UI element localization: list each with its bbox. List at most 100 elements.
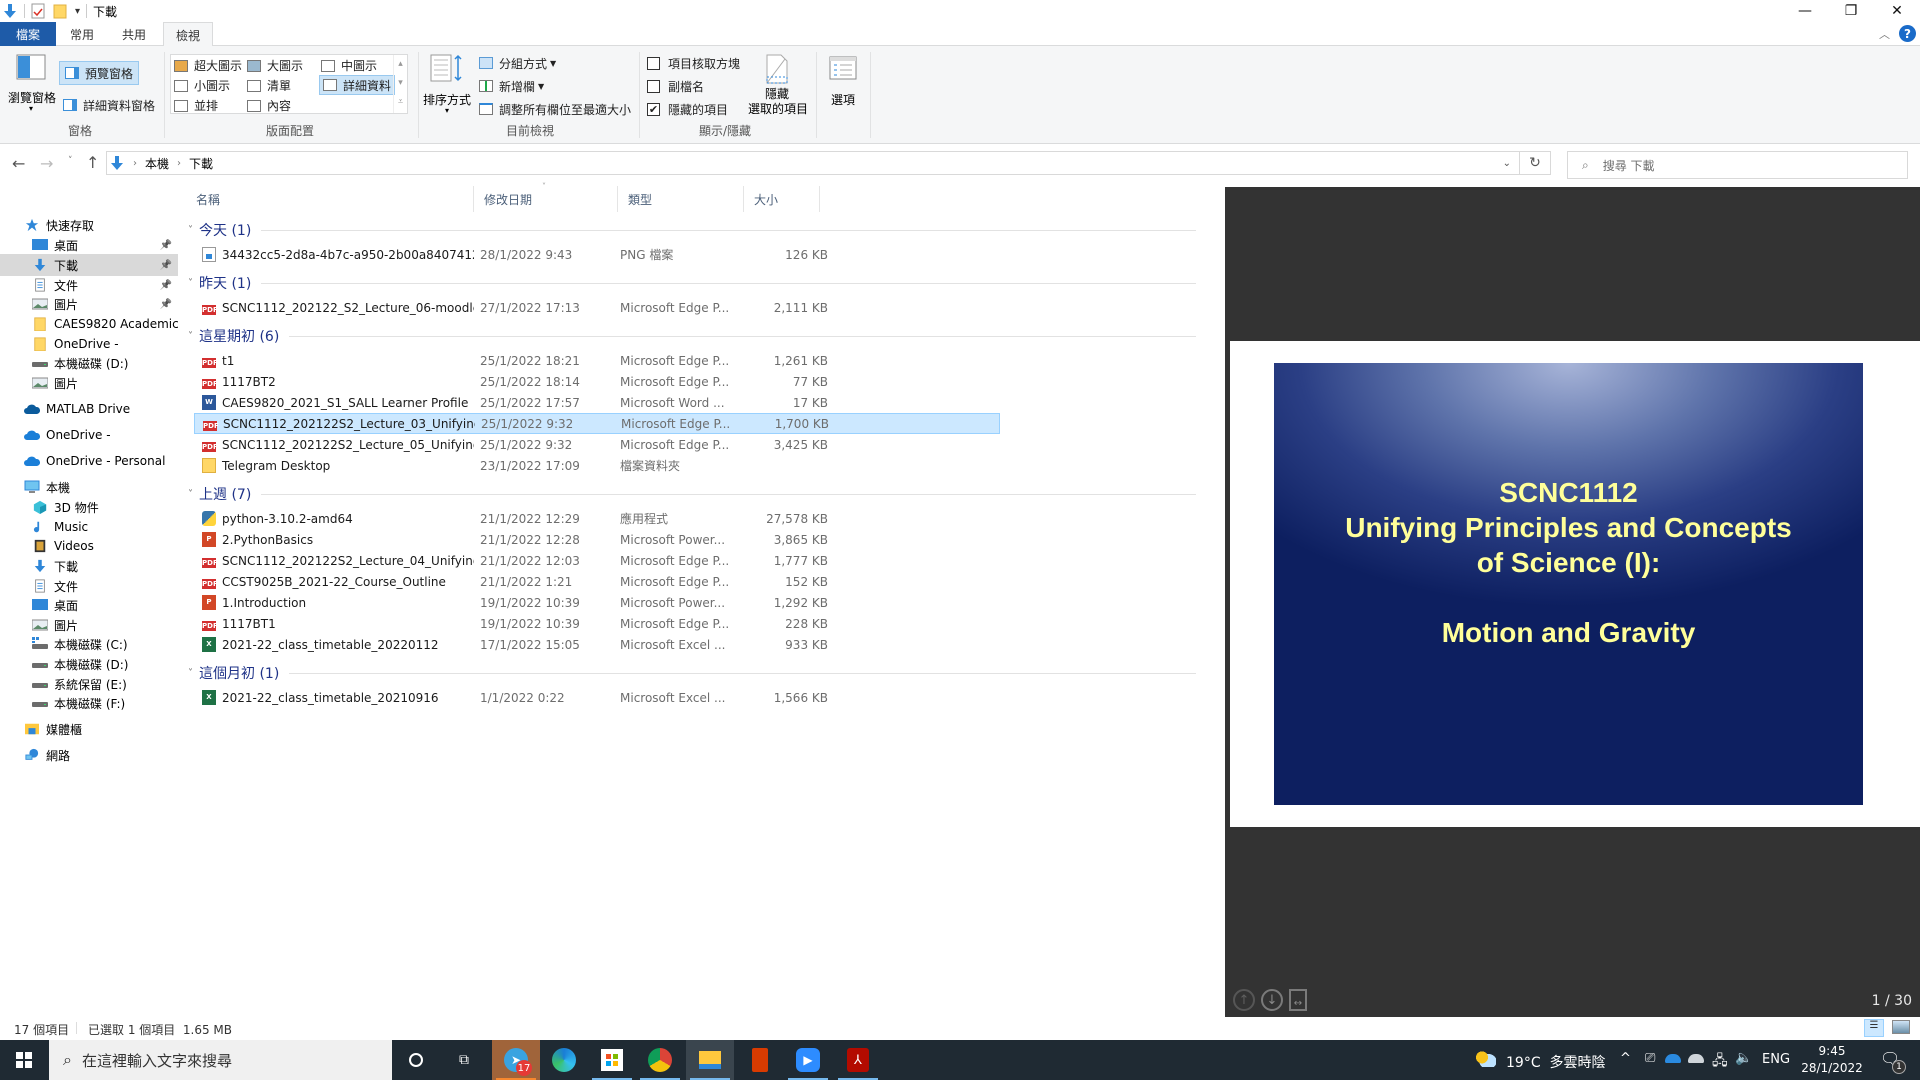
start-button[interactable] [0,1040,48,1080]
layout-tiles[interactable]: 並排 [174,97,218,114]
nav-item[interactable]: 本機磁碟 (D:) [0,653,178,675]
checkbox[interactable] [647,80,660,93]
taskbar-store[interactable] [588,1040,636,1080]
fit-width-button[interactable]: ↔ [1289,989,1307,1011]
taskbar-acrobat[interactable]: ⅄ [834,1040,882,1080]
cortana-button[interactable] [392,1040,440,1080]
navigation-pane-button[interactable]: 瀏覽窗格 ▾ [8,54,56,113]
file-row[interactable]: PDF CCST9025B_2021-22_Course_Outline 21/1/… [194,571,1000,592]
file-row[interactable]: Telegram Desktop 23/1/2022 17:09 檔案資料夾 [194,455,1000,476]
layout-large-icons[interactable]: 大圖示 [247,57,303,74]
breadcrumb-chevron-icon[interactable]: › [177,158,181,169]
group-header[interactable]: ˅ 今天 (1) [186,220,1216,240]
checkbox-checked[interactable]: ✔ [647,103,660,116]
file-extensions-toggle[interactable]: 副檔名 [647,78,704,95]
nav-item[interactable]: 下載 📌 [0,254,178,276]
column-header-type[interactable]: 類型 [618,186,744,212]
file-row[interactable]: X 2021-22_class_timetable_20210916 1/1/202… [194,687,1000,708]
hide-selected-items-button[interactable]: 隱藏 選取的項目 [748,54,808,117]
column-header-name[interactable]: 名稱 [186,186,474,212]
back-button[interactable]: ← [12,154,25,173]
add-columns-button[interactable]: 新增欄 ▼ [479,77,544,95]
file-row[interactable]: PDF t1 25/1/2022 18:21 Microsoft Edge P... 1… [194,350,1000,371]
tab-view[interactable]: 檢視 [163,22,213,47]
customize-qat-icon[interactable]: ▾ [75,6,80,17]
new-folder-icon[interactable] [53,3,67,19]
nav-item[interactable]: MATLAB Drive [0,398,178,420]
taskbar-office[interactable] [736,1040,784,1080]
taskbar-edge[interactable] [540,1040,588,1080]
address-history-dropdown[interactable]: ⌄ [1503,158,1511,169]
forward-button[interactable]: → [40,154,53,173]
hidden-items-toggle[interactable]: ✔ 隱藏的項目 [647,101,728,118]
layout-content[interactable]: 內容 [247,97,291,114]
tab-share[interactable]: 共用 [112,22,156,46]
breadcrumb-chevron-icon[interactable]: › [133,158,137,169]
help-icon[interactable]: ? [1899,25,1916,42]
chevron-down-icon[interactable]: ˅ [188,331,193,342]
checkbox[interactable] [647,57,660,70]
pin-icon[interactable]: 📌 [160,280,172,291]
clock[interactable]: 9:45 28/1/2022 [1800,1043,1864,1077]
item-checkboxes-toggle[interactable]: 項目核取方塊 [647,55,740,72]
breadcrumb-this-pc[interactable]: 本機 [145,155,169,172]
layout-small-icons[interactable]: 小圖示 [174,77,230,94]
nav-item[interactable]: Videos [0,535,178,557]
onedrive-personal-icon[interactable] [1688,1054,1704,1063]
close-button[interactable]: ✕ [1874,0,1920,22]
nav-item[interactable]: 快速存取 [0,214,178,236]
group-header[interactable]: ˅ 昨天 (1) [186,273,1216,293]
group-by-button[interactable]: 分組方式 ▼ [479,54,556,72]
pin-icon[interactable]: 📌 [160,260,172,271]
taskbar-file-explorer[interactable] [686,1040,734,1080]
details-pane-button[interactable]: 詳細資料窗格 [63,93,155,117]
file-row[interactable]: PDF 1117BT2 25/1/2022 18:14 Microsoft Edge … [194,371,1000,392]
group-header[interactable]: ˅ 這個月初 (1) [186,663,1216,683]
file-row[interactable]: PDF SCNC1112_202122_S2_Lecture_06-moodle 2… [194,297,1000,318]
refresh-button[interactable]: ↻ [1520,151,1551,175]
sort-by-button[interactable]: 排序方式 ▾ [422,54,472,115]
group-header[interactable]: ˅ 這星期初 (6) [186,326,1216,346]
file-row[interactable]: X 2021-22_class_timetable_20220112 17/1/20… [194,634,1000,655]
gallery-scroll[interactable]: ▴ ▾ ⩡ [393,55,407,113]
pin-icon[interactable]: 📌 [160,299,172,310]
size-all-columns-button[interactable]: 調整所有欄位至最適大小 [479,100,631,118]
nav-item[interactable]: 桌面 [0,594,178,616]
taskbar-chrome[interactable] [636,1040,684,1080]
nav-item[interactable]: 媒體櫃 [0,718,178,740]
chevron-down-icon[interactable]: ˅ [188,489,193,500]
tab-file[interactable]: 檔案 [0,22,56,46]
nav-item[interactable]: 本機 [0,476,178,498]
pin-icon[interactable]: 📌 [160,240,172,251]
preview-pane-button[interactable]: 預覽窗格 [59,61,140,85]
nav-item[interactable]: 桌面 📌 [0,234,178,256]
nav-item[interactable]: 圖片 [0,372,178,394]
file-row[interactable]: PDF SCNC1112_202122S2_Lecture_04_Unifying… [194,550,1000,571]
task-view-button[interactable]: ⧉ [440,1040,488,1080]
weather-text[interactable]: 19°C 多雲時陰 [1506,1052,1606,1072]
taskbar-search-box[interactable]: ⌕ 在這裡輸入文字來搜尋 [49,1040,392,1080]
minimize-button[interactable]: — [1782,0,1828,22]
file-row[interactable]: P 1.Introduction 19/1/2022 10:39 Microsoft … [194,592,1000,613]
volume-icon[interactable]: 🔈 [1735,1050,1752,1066]
nav-item[interactable]: OneDrive - [0,424,178,446]
file-row[interactable]: W CAES9820_2021_S1_SALL Learner Profile 25… [194,392,1000,413]
address-bar[interactable]: › 本機 › 下載 ⌄ [106,151,1520,175]
nav-item[interactable]: 圖片 📌 [0,293,178,315]
file-row[interactable]: 34432cc5-2d8a-4b7c-a950-2b00a8407412 28/1… [194,244,1000,265]
previous-page-button[interactable]: ↑ [1233,989,1255,1011]
column-header-date[interactable]: 修改日期 ˅ [474,182,618,212]
chevron-down-icon[interactable]: ˅ [188,225,193,236]
restore-button[interactable]: ❐ [1828,0,1874,22]
next-page-button[interactable]: ↓ [1261,989,1283,1011]
layout-details[interactable]: 詳細資料 [319,75,396,95]
show-hidden-icons-button[interactable]: ^ [1620,1051,1631,1066]
chevron-down-icon[interactable]: ˅ [188,668,193,679]
nav-item[interactable]: 3D 物件 [0,496,178,518]
meet-now-icon[interactable]: ⎚ [1645,1051,1655,1066]
taskbar-zoom[interactable]: ▶ [784,1040,832,1080]
nav-item[interactable]: 本機磁碟 (D:) [0,352,178,374]
breadcrumb-downloads[interactable]: 下載 [189,155,213,172]
nav-item[interactable]: OneDrive - Personal [0,450,178,472]
recent-locations-button[interactable]: ˅ [68,156,73,166]
